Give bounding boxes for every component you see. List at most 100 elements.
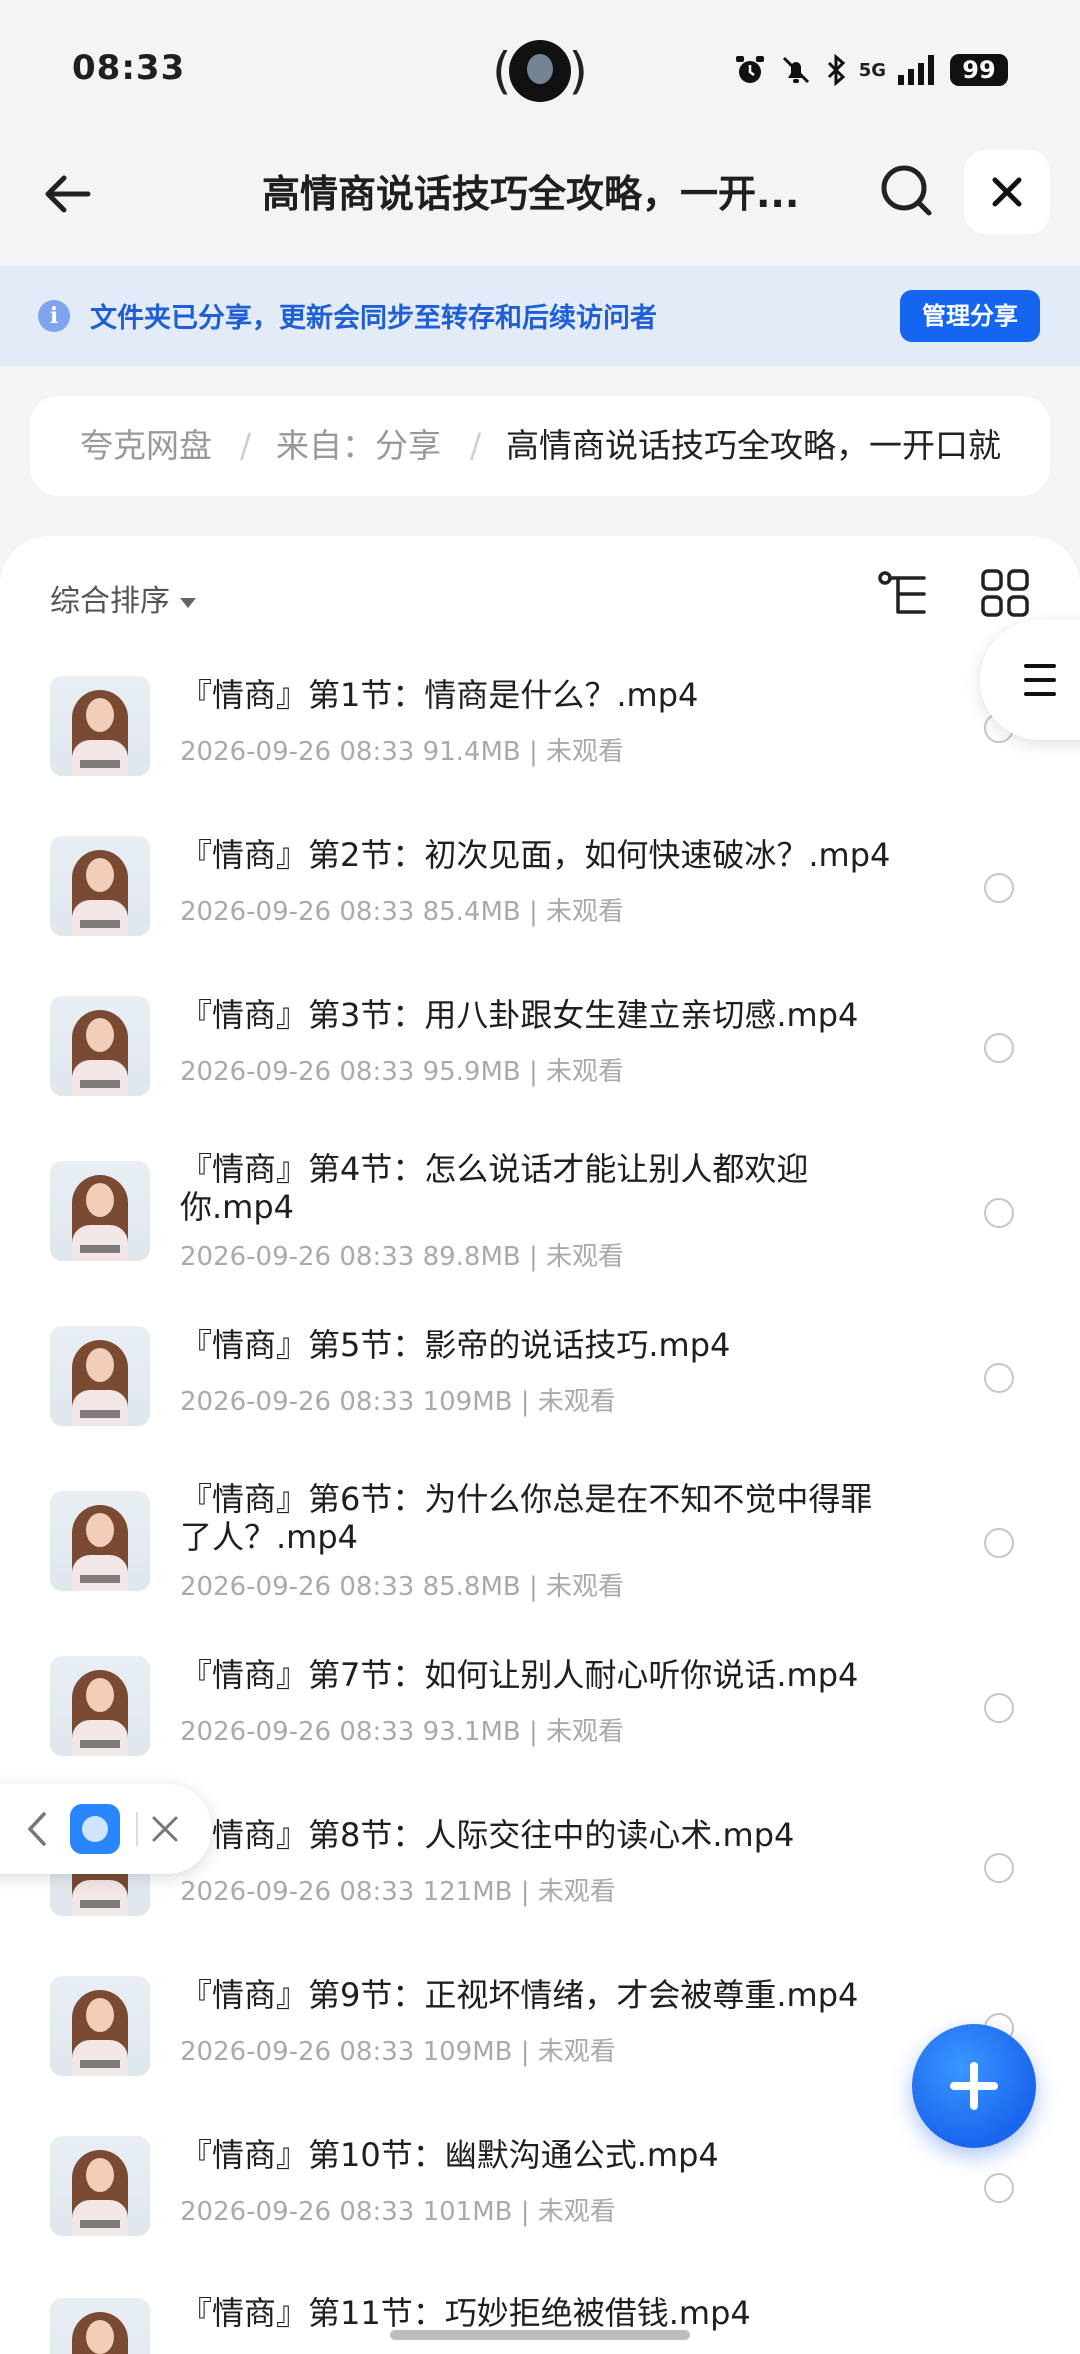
camera-icon — [509, 40, 571, 102]
breadcrumb-separator: / — [240, 426, 252, 465]
camera-cutout: ( ) — [492, 40, 588, 102]
file-name[interactable]: 『情商』第2节：初次见面，如何快速破冰？.mp4 — [180, 836, 900, 874]
meta-separator: | — [529, 1057, 538, 1087]
file-meta: 2026-09-26 08:33 91.4MB | 未观看 — [180, 731, 624, 768]
select-radio[interactable] — [984, 873, 1014, 903]
meta-separator: | — [529, 737, 538, 767]
menu-icon — [1024, 664, 1056, 696]
video-thumbnail[interactable] — [50, 1976, 150, 2076]
file-size: 85.8MB — [422, 1572, 521, 1602]
alarm-icon — [735, 56, 764, 83]
file-name[interactable]: 『情商』第3节：用八卦跟女生建立亲切感.mp4 — [180, 996, 900, 1034]
file-name[interactable]: 『情商』第11节：巧妙拒绝被借钱.mp4 — [180, 2294, 900, 2332]
status-time: 08:33 — [72, 48, 186, 88]
video-thumbnail[interactable] — [50, 836, 150, 936]
select-radio[interactable] — [984, 1528, 1014, 1558]
app-shortcut-icon[interactable] — [70, 1804, 120, 1854]
video-thumbnail[interactable] — [50, 1491, 150, 1591]
close-button[interactable] — [964, 150, 1050, 234]
video-thumbnail[interactable] — [50, 1161, 150, 1261]
file-name[interactable]: 『情商』第7节：如何让别人耐心听你说话.mp4 — [180, 1656, 900, 1694]
watch-status: 未观看 — [537, 1877, 616, 1907]
file-date: 2026-09-26 08:33 — [180, 897, 415, 927]
file-size: 93.1MB — [422, 1717, 521, 1747]
file-size: 89.8MB — [422, 1242, 521, 1272]
mute-icon — [782, 56, 809, 84]
breadcrumb-share[interactable]: 来自：分享 — [276, 426, 441, 466]
file-meta: 2026-09-26 08:33 101MB | 未观看 — [180, 2191, 616, 2228]
select-radio[interactable] — [984, 1853, 1014, 1883]
file-name[interactable]: 『情商』第4节：怎么说话才能让别人都欢迎你.mp4 — [180, 1150, 900, 1226]
back-arrow-icon[interactable] — [36, 162, 100, 226]
grid-view-icon[interactable] — [980, 568, 1030, 618]
file-date: 2026-09-26 08:33 — [180, 2197, 415, 2227]
file-meta: 2026-09-26 08:33 85.4MB | 未观看 — [180, 891, 624, 928]
sort-label: 综合排序 — [50, 584, 170, 619]
signal-icon — [898, 55, 934, 85]
video-thumbnail[interactable] — [50, 1326, 150, 1426]
watch-status: 未观看 — [537, 2197, 616, 2227]
file-size: 85.4MB — [422, 897, 521, 927]
file-meta: 2026-09-26 08:33 109MB | 未观看 — [180, 1381, 616, 1418]
page-title: 高情商说话技巧全攻略，一开... — [262, 172, 800, 216]
battery-icon: 99 — [950, 54, 1008, 86]
file-date: 2026-09-26 08:33 — [180, 1387, 415, 1417]
meta-separator: | — [529, 1242, 538, 1272]
breadcrumb-root[interactable]: 夸克网盘 — [80, 426, 212, 466]
share-info-banner: i 文件夹已分享，更新会同步至转存和后续访问者 管理分享 — [0, 266, 1080, 366]
meta-separator: | — [529, 897, 538, 927]
watch-status: 未观看 — [546, 1242, 625, 1272]
file-name[interactable]: 『情商』第5节：影帝的说话技巧.mp4 — [180, 1326, 900, 1364]
sort-dropdown[interactable]: 综合排序 — [50, 576, 196, 620]
video-thumbnail[interactable] — [50, 676, 150, 776]
select-radio[interactable] — [984, 1198, 1014, 1228]
floating-app-bar — [0, 1784, 212, 1874]
bluetooth-icon — [827, 53, 845, 87]
file-date: 2026-09-26 08:33 — [180, 737, 415, 767]
file-name[interactable]: 『情商』第10节：幽默沟通公式.mp4 — [180, 2136, 900, 2174]
meta-separator: | — [520, 2197, 530, 2227]
file-date: 2026-09-26 08:33 — [180, 1877, 415, 1907]
chevron-left-icon[interactable] — [24, 1810, 50, 1848]
file-name[interactable]: 『情商』第1节：情商是什么？.mp4 — [180, 676, 900, 714]
meta-separator: | — [520, 1387, 530, 1417]
file-name[interactable]: 『情商』第6节：为什么你总是在不知不觉中得罪了人？.mp4 — [180, 1480, 900, 1556]
video-thumbnail[interactable] — [50, 1656, 150, 1756]
select-radio[interactable] — [984, 2173, 1014, 2203]
file-size: 101MB — [422, 2197, 513, 2227]
video-thumbnail[interactable] — [50, 2136, 150, 2236]
file-meta: 2026-09-26 08:33 109MB | 未观看 — [180, 2031, 616, 2068]
video-thumbnail[interactable] — [50, 2298, 150, 2354]
file-size: 109MB — [422, 2037, 513, 2067]
file-date: 2026-09-26 08:33 — [180, 1242, 415, 1272]
home-indicator[interactable] — [390, 2330, 690, 2340]
breadcrumb: 夸克网盘 / 来自：分享 / 高情商说话技巧全攻略，一开口就 — [30, 396, 1050, 496]
folder-tree-icon[interactable] — [876, 568, 932, 624]
select-radio[interactable] — [984, 1033, 1014, 1063]
video-thumbnail[interactable] — [50, 996, 150, 1096]
watch-status: 未观看 — [546, 1717, 625, 1747]
info-icon: i — [38, 300, 70, 332]
file-meta: 2026-09-26 08:33 121MB | 未观看 — [180, 1871, 616, 1908]
file-meta: 2026-09-26 08:33 95.9MB | 未观看 — [180, 1051, 624, 1088]
watch-status: 未观看 — [537, 2037, 616, 2067]
network-type: 5G — [858, 59, 886, 81]
file-name[interactable]: 『情商』第8节：人际交往中的读心术.mp4 — [180, 1816, 900, 1854]
close-icon[interactable] — [148, 1812, 182, 1846]
select-radio[interactable] — [984, 1363, 1014, 1393]
watch-status: 未观看 — [546, 1057, 625, 1087]
file-date: 2026-09-26 08:33 — [180, 2037, 415, 2067]
select-radio[interactable] — [984, 1693, 1014, 1723]
divider — [136, 1812, 138, 1846]
manage-share-button[interactable]: 管理分享 — [900, 290, 1040, 342]
breadcrumb-separator: / — [470, 426, 482, 465]
banner-text: 文件夹已分享，更新会同步至转存和后续访问者 — [90, 303, 657, 334]
file-size: 95.9MB — [422, 1057, 521, 1087]
add-button[interactable] — [912, 2024, 1036, 2148]
breadcrumb-current: 高情商说话技巧全攻略，一开口就 — [506, 426, 1001, 465]
file-size: 121MB — [422, 1877, 513, 1907]
meta-separator: | — [529, 1572, 538, 1602]
file-name[interactable]: 『情商』第9节：正视坏情绪，才会被尊重.mp4 — [180, 1976, 900, 2014]
search-icon[interactable] — [876, 160, 936, 220]
file-size: 109MB — [422, 1387, 513, 1417]
